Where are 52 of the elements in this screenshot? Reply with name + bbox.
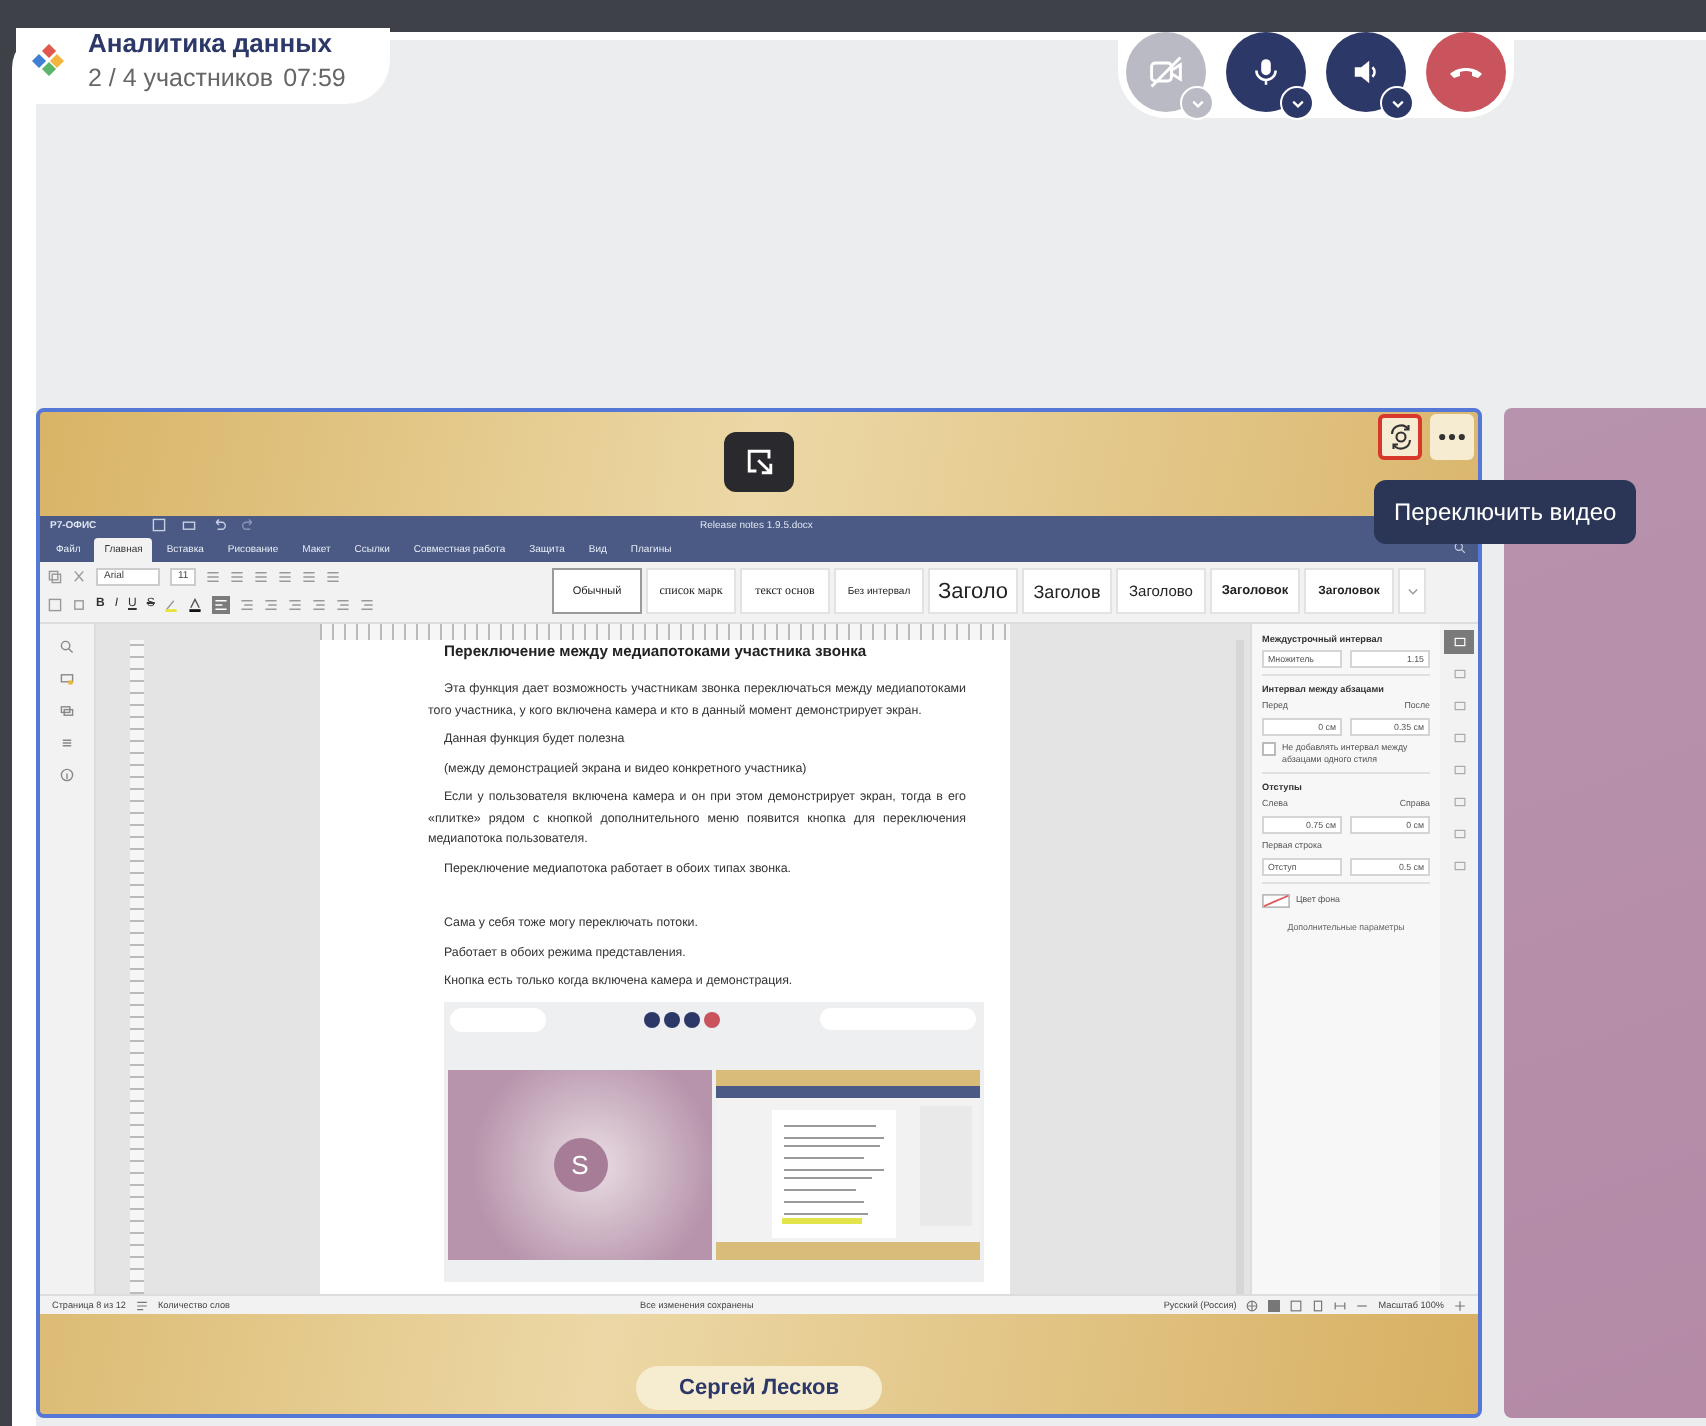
participant-count: 2 / 4 участников	[88, 64, 274, 92]
copy-icon[interactable]	[48, 570, 62, 585]
align-left-button[interactable]	[212, 596, 231, 615]
word-count-icon[interactable]	[136, 1299, 148, 1311]
highlight-icon[interactable]	[164, 598, 179, 613]
list-icon[interactable]	[302, 570, 317, 585]
panel-tab-icon[interactable]	[1444, 629, 1474, 654]
list-icon[interactable]	[230, 570, 245, 585]
navigation-icon[interactable]	[60, 735, 74, 750]
expand-button[interactable]	[724, 432, 794, 492]
align-icon[interactable]	[336, 598, 351, 613]
undo-icon[interactable]	[212, 518, 227, 533]
zoom-out-icon[interactable]	[1356, 1299, 1369, 1311]
camera-off-icon	[1148, 54, 1184, 90]
call-title: Аналитика данных	[88, 28, 334, 58]
color-swatch-icon[interactable]	[1262, 893, 1290, 908]
switch-video-button[interactable]	[1378, 414, 1422, 460]
redo-icon[interactable]	[242, 518, 257, 533]
checkbox[interactable]	[1262, 741, 1276, 756]
phone-icon	[1450, 65, 1482, 79]
tooltip: Переключить видео	[1374, 480, 1637, 544]
list-icon[interactable]	[278, 570, 293, 585]
list-icon[interactable]	[254, 570, 269, 585]
cut-icon[interactable]	[72, 570, 86, 585]
align-icon[interactable]	[312, 598, 327, 613]
call-timer: 07:59	[283, 64, 346, 92]
participant-name: Сергей Лесков	[635, 1366, 883, 1410]
font-color-icon[interactable]	[188, 598, 203, 613]
spellcheck-button[interactable]	[1268, 1299, 1281, 1311]
logo-icon	[32, 44, 64, 76]
microphone-icon	[1250, 56, 1282, 88]
style-preset[interactable]: Заголо	[928, 568, 1018, 615]
speaker-icon	[1350, 56, 1382, 88]
list-icon[interactable]	[326, 570, 341, 585]
list-icon[interactable]	[206, 570, 221, 585]
more-button[interactable]	[1430, 414, 1474, 460]
align-icon[interactable]	[288, 598, 303, 613]
globe-icon[interactable]	[1246, 1299, 1259, 1311]
zoom-in-icon[interactable]	[1453, 1299, 1466, 1311]
more-icon	[1438, 432, 1466, 442]
align-icon[interactable]	[240, 598, 255, 613]
info-icon[interactable]	[60, 767, 74, 782]
hang-up-button[interactable]	[1426, 32, 1506, 112]
chat-icon[interactable]	[60, 703, 74, 718]
align-icon[interactable]	[360, 598, 375, 613]
style-preset[interactable]: Заголов	[1022, 568, 1112, 615]
align-icon[interactable]	[264, 598, 279, 613]
avatar: S	[553, 1137, 607, 1192]
comment-icon[interactable]	[60, 671, 74, 686]
search-icon[interactable]	[1454, 542, 1466, 555]
camera-switch-icon	[1385, 422, 1415, 452]
fit-width-icon[interactable]	[1334, 1299, 1347, 1311]
